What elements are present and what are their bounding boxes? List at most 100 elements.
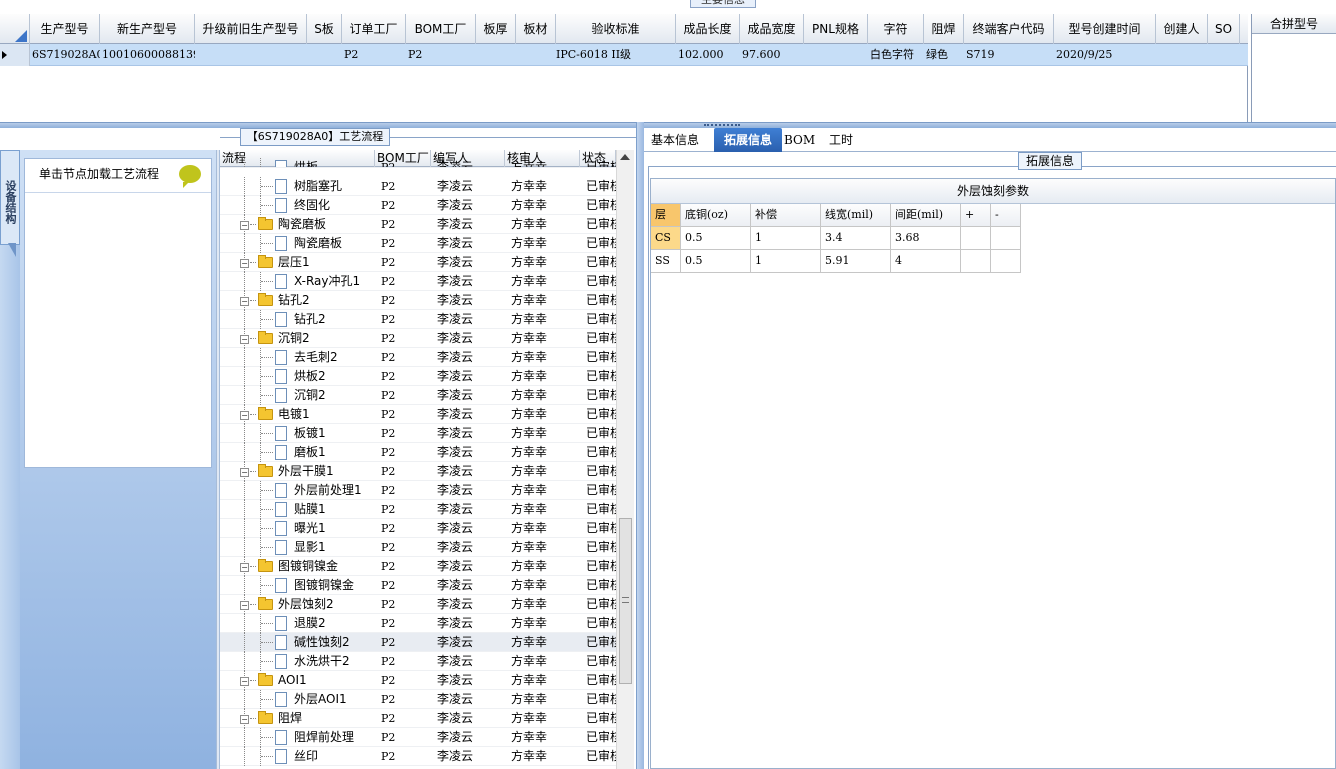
etch-cell-1[interactable]: 0.5: [681, 250, 751, 273]
cell-7[interactable]: [516, 44, 556, 66]
cell-11[interactable]: [804, 44, 868, 66]
expand-toggle-icon[interactable]: −: [240, 297, 249, 306]
tree-row[interactable]: 沉铜2 P2 李凌云 方幸幸 已审核: [220, 386, 616, 405]
col-header-4[interactable]: 订单工厂: [342, 14, 406, 44]
cell-17[interactable]: [1208, 44, 1240, 66]
etch-cell-4[interactable]: 4: [891, 250, 961, 273]
expand-toggle-icon[interactable]: −: [240, 601, 249, 610]
merged-model-header[interactable]: 合拼型号: [1252, 14, 1336, 34]
col-header-0[interactable]: 生产型号: [30, 14, 100, 44]
etch-cell-6[interactable]: [991, 250, 1021, 273]
tree-row[interactable]: 钻孔2 P2 李凌云 方幸幸 已审核: [220, 310, 616, 329]
tree-scrollbar[interactable]: [616, 150, 634, 769]
tree-row[interactable]: 曝光1 P2 李凌云 方幸幸 已审核: [220, 519, 616, 538]
col-header-8[interactable]: 验收标准: [556, 14, 676, 44]
cell-0[interactable]: 6S719028A0: [30, 44, 100, 66]
cell-5[interactable]: P2: [406, 44, 476, 66]
etch-header-6[interactable]: -: [991, 204, 1021, 227]
col-header-17[interactable]: SO: [1208, 14, 1240, 44]
cell-1[interactable]: 10010600088139: [100, 44, 195, 66]
tree-row[interactable]: − 电镀1 P2 李凌云 方幸幸 已审核: [220, 405, 616, 424]
tree-row[interactable]: 树脂塞孔 P2 李凌云 方幸幸 已审核: [220, 177, 616, 196]
expand-toggle-icon[interactable]: −: [240, 563, 249, 572]
col-header-5[interactable]: BOM工厂: [406, 14, 476, 44]
etch-header-2[interactable]: 补偿: [751, 204, 821, 227]
tree-row[interactable]: 阻焊前处理 P2 李凌云 方幸幸 已审核: [220, 728, 616, 747]
expand-toggle-icon[interactable]: −: [240, 259, 249, 268]
tree-row[interactable]: − 阻焊 P2 李凌云 方幸幸 已审核: [220, 709, 616, 728]
tab-2[interactable]: BOM: [784, 128, 815, 152]
etch-header-5[interactable]: +: [961, 204, 991, 227]
tree-row[interactable]: − 层压1 P2 李凌云 方幸幸 已审核: [220, 253, 616, 272]
col-header-1[interactable]: 新生产型号: [100, 14, 195, 44]
cell-15[interactable]: 2020/9/25: [1054, 44, 1156, 66]
cell-4[interactable]: P2: [342, 44, 406, 66]
tree-row[interactable]: − 陶瓷磨板 P2 李凌云 方幸幸 已审核: [220, 215, 616, 234]
tab-1[interactable]: 拓展信息: [714, 128, 782, 152]
tree-row[interactable]: 去毛刺2 P2 李凌云 方幸幸 已审核: [220, 348, 616, 367]
tree-row[interactable]: − 钻孔2 P2 李凌云 方幸幸 已审核: [220, 291, 616, 310]
tree-row[interactable]: 显影1 P2 李凌云 方幸幸 已审核: [220, 538, 616, 557]
expand-toggle-icon[interactable]: −: [240, 677, 249, 686]
expand-toggle-icon[interactable]: −: [240, 715, 249, 724]
etch-cell-5[interactable]: [961, 250, 991, 273]
expand-toggle-icon[interactable]: −: [240, 221, 249, 230]
cell-13[interactable]: 绿色: [924, 44, 964, 66]
tree-row[interactable]: − 外层蚀刻2 P2 李凌云 方幸幸 已审核: [220, 595, 616, 614]
etch-cell-5[interactable]: [961, 227, 991, 250]
tree-row[interactable]: 外层AOI1 P2 李凌云 方幸幸 已审核: [220, 690, 616, 709]
etch-header-1[interactable]: 底铜(oz): [681, 204, 751, 227]
main-grid-row[interactable]: 6S719028A0 10010600088139 P2 P2 IPC-6018 II级…: [0, 44, 1248, 66]
etch-cell-3[interactable]: 3.4: [821, 227, 891, 250]
scroll-up-icon[interactable]: [620, 154, 630, 160]
tree-row[interactable]: 贴膜1 P2 李凌云 方幸幸 已审核: [220, 500, 616, 519]
grid-corner[interactable]: [0, 14, 30, 44]
col-header-9[interactable]: 成品长度: [676, 14, 740, 44]
etch-cell-2[interactable]: 1: [751, 227, 821, 250]
col-header-14[interactable]: 终端客户代码: [964, 14, 1054, 44]
tree-row[interactable]: 烘板 P2 李凌云 方幸幸 已审核: [220, 158, 616, 168]
tree-row[interactable]: 磨板1 P2 李凌云 方幸幸 已审核: [220, 443, 616, 462]
col-header-12[interactable]: 字符: [868, 14, 924, 44]
etch-cell-2[interactable]: 1: [751, 250, 821, 273]
col-header-15[interactable]: 型号创建时间: [1054, 14, 1156, 44]
tree-row[interactable]: − 外层干膜1 P2 李凌云 方幸幸 已审核: [220, 462, 616, 481]
cell-9[interactable]: 102.000: [676, 44, 740, 66]
tree-row[interactable]: 水洗烘干2 P2 李凌云 方幸幸 已审核: [220, 652, 616, 671]
vertical-splitter[interactable]: [636, 122, 644, 769]
col-header-2[interactable]: 升级前旧生产型号: [195, 14, 307, 44]
cell-16[interactable]: [1156, 44, 1208, 66]
col-header-11[interactable]: PNL规格: [804, 14, 868, 44]
col-header-7[interactable]: 板材: [516, 14, 556, 44]
cell-10[interactable]: 97.600: [740, 44, 804, 66]
col-header-6[interactable]: 板厚: [476, 14, 516, 44]
tree-row[interactable]: 板镀1 P2 李凌云 方幸幸 已审核: [220, 424, 616, 443]
tree-row[interactable]: 终固化 P2 李凌云 方幸幸 已审核: [220, 196, 616, 215]
etch-header-4[interactable]: 间距(mil): [891, 204, 961, 227]
etch-cell-6[interactable]: [991, 227, 1021, 250]
tree-row[interactable]: 图镀铜镍金 P2 李凌云 方幸幸 已审核: [220, 576, 616, 595]
cell-6[interactable]: [476, 44, 516, 66]
etch-header-0[interactable]: 层: [651, 204, 681, 227]
expand-toggle-icon[interactable]: −: [240, 468, 249, 477]
cell-14[interactable]: S719: [964, 44, 1054, 66]
etch-cell-1[interactable]: 0.5: [681, 227, 751, 250]
tree-row[interactable]: − 图镀铜镍金 P2 李凌云 方幸幸 已审核: [220, 557, 616, 576]
tree-row[interactable]: 陶瓷磨板 P2 李凌云 方幸幸 已审核: [220, 234, 616, 253]
tab-3[interactable]: 工时: [822, 128, 860, 152]
cell-8[interactable]: IPC-6018 II级: [556, 44, 676, 66]
col-header-16[interactable]: 创建人: [1156, 14, 1208, 44]
tree-row[interactable]: 外层前处理1 P2 李凌云 方幸幸 已审核: [220, 481, 616, 500]
etch-cell-0[interactable]: SS: [651, 250, 681, 273]
tree-row[interactable]: − 沉铜2 P2 李凌云 方幸幸 已审核: [220, 329, 616, 348]
expand-toggle-icon[interactable]: −: [240, 335, 249, 344]
tree-row[interactable]: 烘板2 P2 李凌云 方幸幸 已审核: [220, 367, 616, 386]
col-header-10[interactable]: 成品宽度: [740, 14, 804, 44]
col-header-3[interactable]: S板: [307, 14, 342, 44]
tree-row[interactable]: X-Ray冲孔1 P2 李凌云 方幸幸 已审核: [220, 272, 616, 291]
cell-3[interactable]: [307, 44, 342, 66]
cell-12[interactable]: 白色字符: [868, 44, 924, 66]
expand-toggle-icon[interactable]: −: [240, 411, 249, 420]
cell-2[interactable]: [195, 44, 307, 66]
tab-0[interactable]: 基本信息: [646, 128, 704, 152]
